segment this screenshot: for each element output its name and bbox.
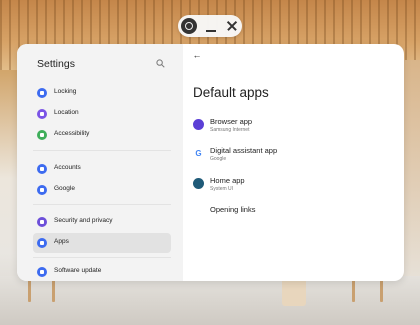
- sidebar-item-accessibility[interactable]: Accessibility: [33, 125, 171, 145]
- software-update-icon: [37, 267, 47, 277]
- lock-icon: [37, 88, 47, 98]
- google-g-icon: G: [193, 148, 204, 159]
- window-controls: [178, 15, 242, 37]
- sidebar-item-software-update[interactable]: Software update: [33, 262, 171, 281]
- background-stool-leg: [52, 280, 55, 302]
- location-pin-icon: [37, 109, 47, 119]
- sidebar-item-label: Locking: [54, 88, 77, 95]
- page-title: Default apps: [193, 85, 269, 100]
- sidebar-item-apps[interactable]: Apps: [33, 233, 171, 253]
- divider: [33, 150, 171, 151]
- sidebar-item-label: Accounts: [54, 164, 81, 171]
- app-row-title: Home app: [210, 176, 245, 185]
- sidebar-item-location[interactable]: Location: [33, 104, 171, 124]
- sidebar-item-google[interactable]: Google: [33, 180, 171, 200]
- app-row-subtitle: Google: [210, 156, 227, 162]
- app-row-subtitle: System UI: [210, 186, 234, 192]
- sidebar-item-label: Accessibility: [54, 130, 90, 137]
- default-app-browser[interactable]: Browser app Samsung Internet: [190, 115, 390, 139]
- background-stool-leg: [380, 280, 383, 302]
- sidebar-item-label: Google: [54, 185, 75, 192]
- app-row-title: Browser app: [210, 117, 253, 126]
- sidebar-item-label: Software update: [54, 267, 102, 274]
- accessibility-icon: [37, 130, 47, 140]
- minimize-icon[interactable]: [205, 20, 217, 32]
- settings-window: Settings Locking Location Accessibility …: [17, 44, 404, 281]
- search-icon[interactable]: [156, 59, 165, 68]
- close-icon[interactable]: [226, 20, 238, 32]
- shield-icon: [37, 217, 47, 227]
- sidebar-item-security[interactable]: Security and privacy: [33, 212, 171, 232]
- sidebar-item-label: Security and privacy: [54, 217, 113, 224]
- app-row-title: Opening links: [210, 205, 256, 214]
- sidebar: Settings Locking Location Accessibility …: [17, 44, 183, 281]
- divider: [33, 204, 171, 205]
- default-app-digital-assistant[interactable]: G Digital assistant app Google: [190, 144, 390, 168]
- sidebar-item-label: Apps: [54, 238, 69, 245]
- sidebar-item-locking[interactable]: Locking: [33, 83, 171, 103]
- sidebar-title: Settings: [37, 58, 75, 70]
- default-app-opening-links[interactable]: Opening links: [190, 203, 390, 227]
- app-icon[interactable]: [181, 18, 197, 34]
- background-floor: [0, 276, 420, 325]
- sidebar-item-accounts[interactable]: Accounts: [33, 159, 171, 179]
- main-panel: ← Default apps Browser app Samsung Inter…: [183, 44, 404, 281]
- background-stool-leg: [28, 280, 31, 302]
- divider: [33, 257, 171, 258]
- back-arrow-icon[interactable]: ←: [190, 48, 204, 62]
- accounts-icon: [37, 164, 47, 174]
- sidebar-item-label: Location: [54, 109, 79, 116]
- home-app-icon: [193, 178, 204, 189]
- browser-icon: [193, 119, 204, 130]
- app-row-title: Digital assistant app: [210, 146, 278, 155]
- app-row-subtitle: Samsung Internet: [210, 127, 250, 133]
- apps-grid-icon: [37, 238, 47, 248]
- google-icon: [37, 185, 47, 195]
- default-app-home[interactable]: Home app System UI: [190, 174, 390, 198]
- background-stool-leg: [352, 280, 355, 302]
